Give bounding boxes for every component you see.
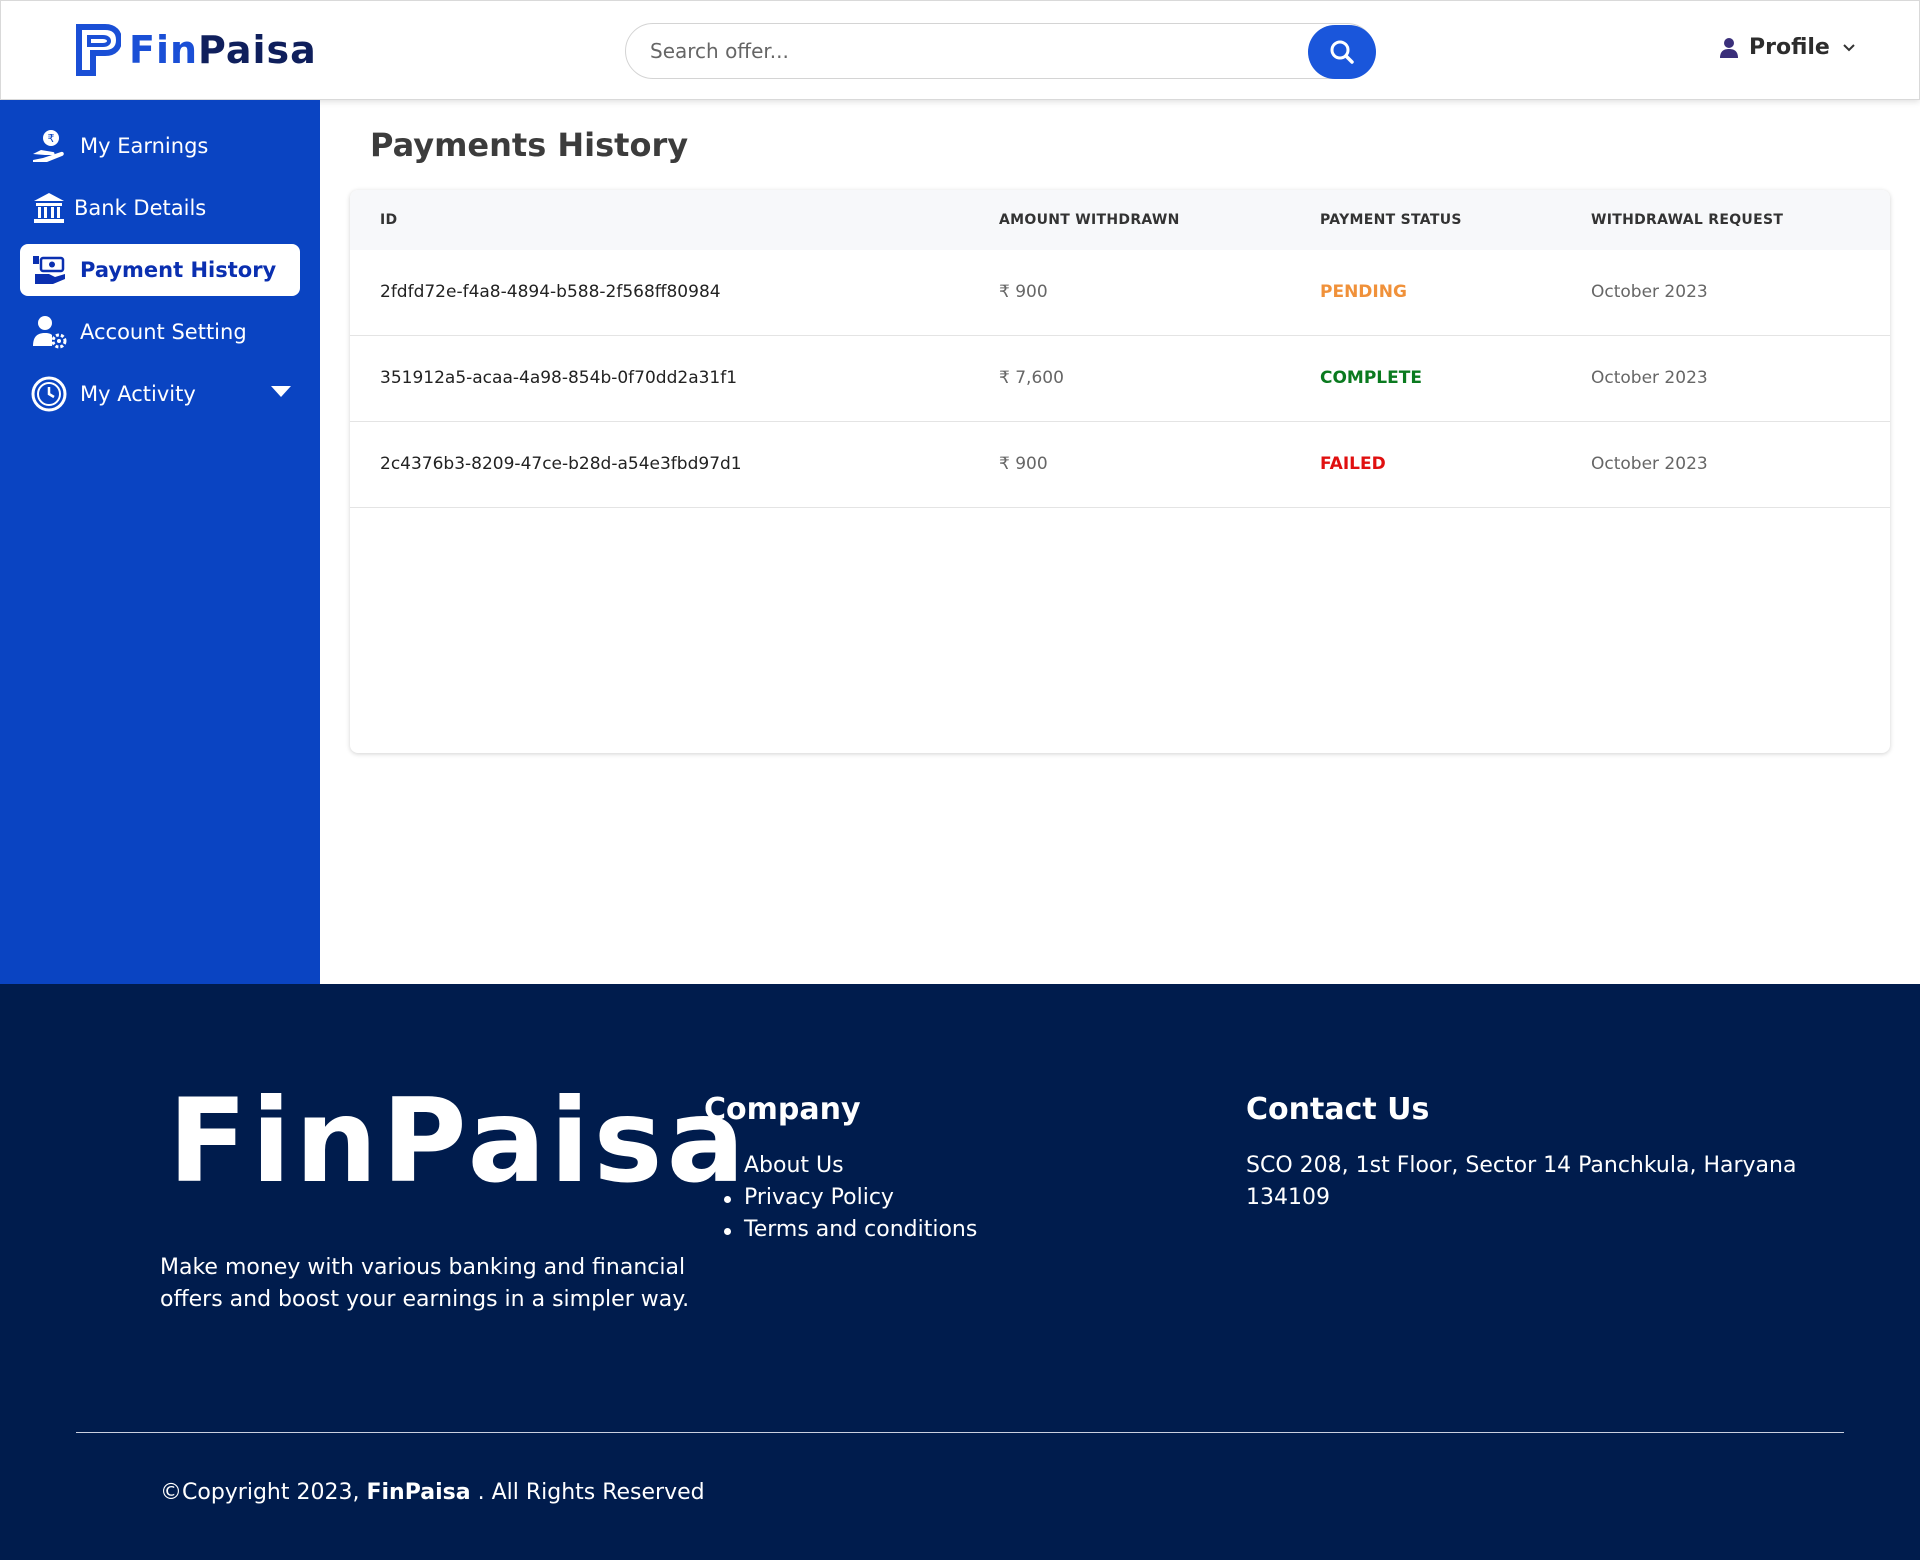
search-button[interactable] [1308, 25, 1376, 79]
sidebar-item-payment-history[interactable]: Payment History [20, 244, 300, 296]
table-row: 2c4376b3-8209-47ce-b28d-a54e3fbd97d1 ₹ 9… [350, 422, 1890, 508]
sidebar-item-label: Account Setting [80, 320, 247, 344]
payment-id: 2c4376b3-8209-47ce-b28d-a54e3fbd97d1 [380, 454, 742, 474]
table-header: ID AMOUNT WITHDRAWN PAYMENT STATUS WITHD… [350, 190, 1890, 250]
column-header-id: ID [380, 212, 398, 228]
amount-withdrawn: ₹ 900 [999, 282, 1048, 302]
sidebar-item-label: My Activity [80, 382, 196, 406]
copyright-prefix: ©Copyright 2023, [160, 1480, 360, 1505]
column-header-amount: AMOUNT WITHDRAWN [999, 212, 1180, 228]
footer-logo[interactable]: FinPaisa [168, 1084, 749, 1200]
amount-withdrawn: ₹ 900 [999, 454, 1048, 474]
terms-and-conditions-link[interactable]: Terms and conditions [720, 1214, 977, 1246]
page-title: Payments History [370, 126, 689, 164]
status-badge: COMPLETE [1320, 368, 1422, 388]
search-icon [1330, 40, 1354, 64]
footer-tagline: Make money with various banking and fina… [160, 1255, 690, 1312]
company-links: About Us Privacy Policy Terms and condit… [720, 1150, 977, 1246]
sidebar-item-my-earnings[interactable]: ₹ My Earnings [20, 120, 300, 172]
caret-down-icon[interactable] [270, 384, 292, 398]
sidebar-item-label: My Earnings [80, 134, 209, 158]
hand-rupee-icon: ₹ [30, 127, 68, 165]
sidebar-item-bank-details[interactable]: Bank Details [20, 182, 300, 234]
sidebar-item-account-setting[interactable]: Account Setting [20, 306, 300, 358]
amount-withdrawn: ₹ 7,600 [999, 368, 1064, 388]
contact-heading: Contact Us [1246, 1092, 1430, 1127]
finpaisa-logo-text: FinPaisa [129, 28, 317, 72]
payment-exchange-icon [30, 251, 68, 289]
sidebar: ₹ My Earnings Bank Details Payment Histo… [0, 100, 320, 984]
status-badge: PENDING [1320, 282, 1407, 302]
withdrawal-date: October 2023 [1591, 282, 1708, 302]
top-header: FinPaisa Profile [0, 0, 1920, 100]
about-us-link[interactable]: About Us [720, 1150, 977, 1182]
company-heading: Company [704, 1092, 861, 1127]
withdrawal-date: October 2023 [1591, 454, 1708, 474]
sidebar-item-label: Bank Details [74, 196, 207, 220]
user-icon [1720, 37, 1738, 58]
sidebar-item-label: Payment History [80, 258, 277, 282]
user-gear-icon [30, 313, 68, 351]
chevron-down-icon [1843, 43, 1855, 51]
table-row: 2fdfd72e-f4a8-4894-b588-2f568ff80984 ₹ 9… [350, 250, 1890, 336]
copyright-brand: FinPaisa [366, 1480, 471, 1505]
payments-table-card: ID AMOUNT WITHDRAWN PAYMENT STATUS WITHD… [350, 190, 1890, 753]
contact-address: SCO 208, 1st Floor, Sector 14 Panchkula,… [1246, 1153, 1797, 1210]
copyright-suffix: . All Rights Reserved [477, 1480, 705, 1505]
finpaisa-logo[interactable]: FinPaisa [75, 23, 317, 77]
profile-label: Profile [1749, 35, 1830, 60]
payment-id: 351912a5-acaa-4a98-854b-0f70dd2a31f1 [380, 368, 738, 388]
finpaisa-logo-mark-icon [76, 24, 121, 76]
clock-icon [30, 375, 68, 413]
footer-divider [76, 1432, 1844, 1433]
column-header-status: PAYMENT STATUS [1320, 212, 1462, 228]
search-input[interactable] [650, 24, 1270, 78]
status-badge: FAILED [1320, 454, 1386, 474]
copyright-text: ©Copyright 2023, FinPaisa . All Rights R… [160, 1480, 705, 1505]
payment-id: 2fdfd72e-f4a8-4894-b588-2f568ff80984 [380, 282, 721, 302]
svg-text:₹: ₹ [48, 132, 55, 145]
privacy-policy-link[interactable]: Privacy Policy [720, 1182, 977, 1214]
sidebar-item-my-activity[interactable]: My Activity [20, 368, 300, 420]
search-bar [625, 23, 1376, 79]
bank-icon [30, 189, 68, 227]
footer: FinPaisa Make money with various banking… [0, 984, 1920, 1560]
withdrawal-date: October 2023 [1591, 368, 1708, 388]
profile-menu[interactable]: Profile [1719, 35, 1856, 60]
column-header-withdrawal-request: WITHDRAWAL REQUEST [1591, 212, 1784, 228]
table-row: 351912a5-acaa-4a98-854b-0f70dd2a31f1 ₹ 7… [350, 336, 1890, 422]
